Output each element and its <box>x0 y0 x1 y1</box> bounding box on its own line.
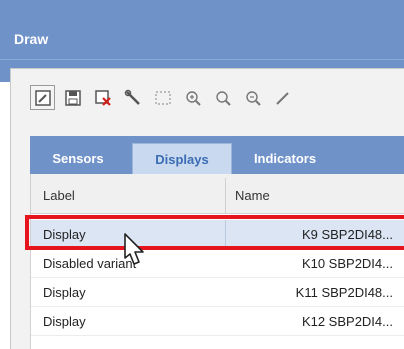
row-name: K12 SBP2DI4... <box>301 314 393 329</box>
row-name: K10 SBP2DI4... <box>301 256 393 271</box>
zoom-icon <box>215 90 231 106</box>
row-label: Display <box>43 285 86 300</box>
delete-icon <box>94 89 111 106</box>
edit-icon <box>34 89 51 106</box>
zoom-out-icon <box>245 90 261 106</box>
save-button[interactable] <box>60 85 85 110</box>
tab-displays[interactable]: Displays <box>132 143 232 174</box>
selection-highlight-box <box>25 215 404 250</box>
wrench-icon <box>124 89 140 105</box>
mouse-cursor-icon <box>119 232 153 277</box>
settings-button[interactable] <box>120 85 145 110</box>
pen-button[interactable] <box>270 85 295 110</box>
zoom-in-button[interactable] <box>180 85 205 110</box>
titlebar-divider <box>0 59 404 60</box>
table-row[interactable]: Display K11 SBP2DI48... <box>31 278 404 307</box>
zoom-out-button[interactable] <box>240 85 265 110</box>
select-button[interactable] <box>150 85 175 110</box>
tab-indicators[interactable]: Indicators <box>236 143 334 174</box>
tab-sensors[interactable]: Sensors <box>32 143 124 174</box>
select-rect-icon <box>154 90 171 105</box>
table-row[interactable]: Display K12 SBP2DI4... <box>31 307 404 336</box>
row-label: Display <box>43 314 86 329</box>
delete-button[interactable] <box>90 85 115 110</box>
toolbar <box>30 85 295 113</box>
window-title: Draw <box>14 31 49 47</box>
table-row[interactable]: Disabled variant K10 SBP2DI4... <box>31 249 404 278</box>
save-icon <box>64 89 81 106</box>
row-name: K11 SBP2DI48... <box>295 285 393 300</box>
zoom-in-icon <box>185 90 201 106</box>
tab-strip: Sensors Displays Indicators <box>30 136 404 174</box>
edit-button[interactable] <box>30 85 55 110</box>
pen-icon <box>275 91 289 105</box>
displays-grid: Label Name Display K9 SBP2DI48... Disabl… <box>30 174 404 349</box>
zoom-button[interactable] <box>210 85 235 110</box>
column-header-name[interactable]: Name <box>235 174 270 214</box>
grid-header: Label Name <box>31 174 404 214</box>
column-header-label[interactable]: Label <box>43 174 75 214</box>
column-divider[interactable] <box>225 178 226 214</box>
